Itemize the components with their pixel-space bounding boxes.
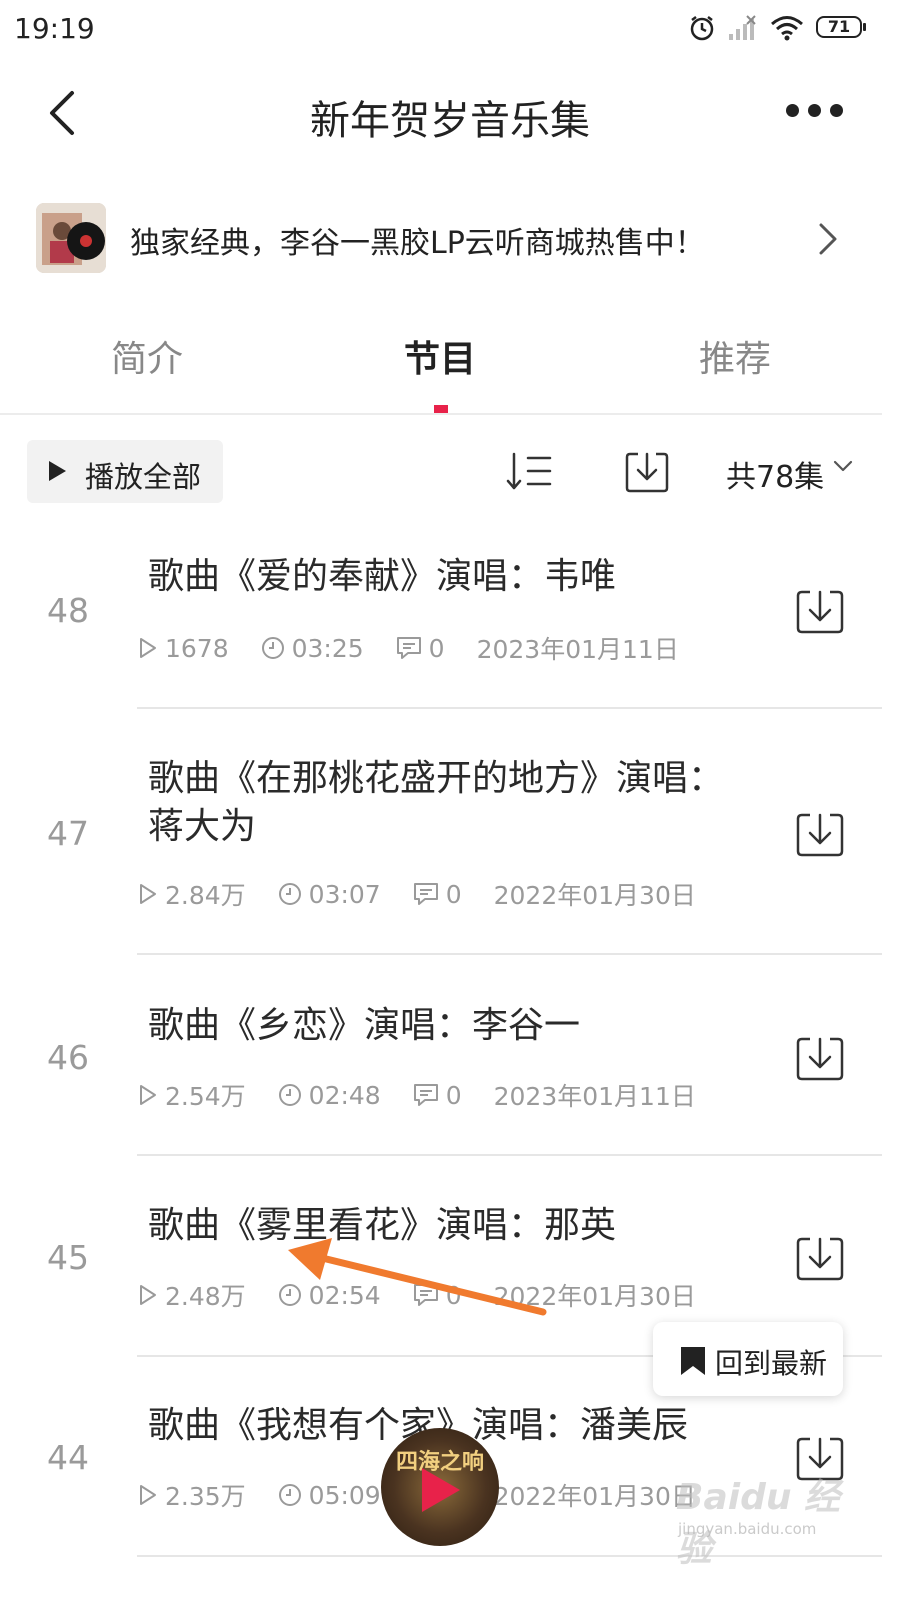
play-count-value: 1678 [165,633,229,663]
duration: 03:25 [261,634,364,663]
download-icon[interactable] [795,811,845,859]
episode-meta: 2.54万 02:48 0 2023年01月11日 [138,1077,728,1111]
episode-number: 45 [47,1238,89,1277]
signal-icon [729,15,756,40]
publish-date: 2022年01月30日 [493,1482,696,1511]
episode-number: 48 [47,591,89,630]
episode-title[interactable]: 歌曲《爱的奉献》演唱：韦唯 [148,553,758,601]
play-count-value: 2.48万 [165,1282,246,1311]
annotation-arrow [288,1238,547,1316]
duration-value: 02:48 [308,1080,381,1110]
play-count: 1678 [138,634,229,663]
back-to-latest-button[interactable]: 回到最新 [653,1322,843,1396]
publish-date: 2023年01月11日 [493,1082,696,1111]
play-count-icon [140,1485,156,1505]
episode-download-button[interactable] [795,811,845,863]
back-to-latest-label: 回到最新 [715,1347,828,1380]
play-count: 2.84万 [138,876,246,912]
clock-icon [261,637,284,659]
episode-download-button[interactable] [795,588,845,640]
mini-player[interactable]: 四海之响 [381,1428,499,1546]
duration-value: 03:07 [308,879,381,909]
clock-icon [278,883,301,905]
duration: 03:07 [278,880,381,909]
chevron-right-icon[interactable] [816,222,840,256]
comment-count: 0 [413,880,462,909]
comment-icon [396,637,421,659]
comment-count-value: 0 [445,879,462,909]
duration: 02:48 [278,1081,381,1110]
episode-number: 44 [47,1438,89,1477]
row-divider [137,1154,882,1156]
episode-title[interactable]: 歌曲《在那桃花盛开的地方》演唱：蒋大为 [148,755,758,851]
clock-icon [278,1484,301,1506]
episode-meta: 1678 03:25 0 2023年01月11日 [138,630,711,664]
episode-download-button[interactable] [795,1235,845,1287]
tabs-divider [0,413,882,415]
download-icon[interactable] [795,1035,845,1083]
duration-value: 03:25 [291,633,364,663]
comment-count: 0 [396,634,445,663]
download-icon[interactable] [795,588,845,636]
episode-count[interactable]: 共78集 [726,452,824,496]
play-count-icon [140,1285,156,1305]
page-title: 新年贺岁音乐集 [310,98,590,144]
play-all-label: 播放全部 [85,460,202,494]
mini-player-play-icon[interactable] [422,1468,460,1512]
promo-thumbnail[interactable] [36,203,106,273]
vinyl-record-icon [36,203,106,273]
tab-recommend[interactable]: 推荐 [635,330,835,382]
play-count-value: 2.35万 [165,1482,246,1511]
play-count-icon [140,884,156,904]
comment-icon [413,1084,438,1106]
comment-count-value: 0 [445,1080,462,1110]
episode-number: 46 [47,1038,89,1077]
battery-indicator: 71 [816,16,866,38]
row-divider [137,953,882,955]
play-count-icon [140,1085,156,1105]
play-count: 2.48万 [138,1277,246,1313]
play-count: 2.54万 [138,1077,246,1113]
tab-intro[interactable]: 简介 [47,330,247,382]
download-all-icon[interactable] [624,450,670,494]
play-count: 2.35万 [138,1477,246,1513]
more-options-icon[interactable] [786,104,846,118]
comment-icon [413,883,438,905]
comment-count-value: 0 [428,633,445,663]
baidu-watermark: Baidu 经验 jingyan.baidu.com [676,1468,846,1570]
sort-order-icon[interactable] [506,450,552,494]
publish-date: 2022年01月30日 [493,881,696,910]
row-divider [137,707,882,709]
comment-count: 0 [413,1081,462,1110]
episode-number: 47 [47,814,89,853]
status-bar: 19:19 71 [0,0,900,62]
promo-text[interactable]: 独家经典，李谷一黑胶LP云听商城热售中！ [130,218,705,262]
tab-episodes[interactable]: 节目 [340,330,540,382]
watermark-url: jingyan.baidu.com [678,1520,817,1538]
duration: 05:09 [278,1481,381,1510]
publish-date: 2023年01月11日 [476,635,679,664]
download-icon[interactable] [795,1235,845,1283]
status-time: 19:19 [14,12,95,45]
chevron-down-icon[interactable] [833,460,853,474]
play-count-icon [140,638,156,658]
play-count-value: 2.84万 [165,881,246,910]
duration-value: 05:09 [308,1480,381,1510]
alarm-icon [690,16,714,41]
play-count-value: 2.54万 [165,1082,246,1111]
clock-icon [278,1084,301,1106]
bookmark-icon [681,1347,705,1375]
play-all-button[interactable]: 播放全部 [27,440,223,503]
play-icon [49,461,66,481]
episode-meta: 2.84万 03:07 0 2022年01月30日 [138,876,728,910]
wifi-icon [771,16,803,41]
episode-title[interactable]: 歌曲《乡恋》演唱：李谷一 [148,1002,758,1050]
episode-download-button[interactable] [795,1035,845,1087]
